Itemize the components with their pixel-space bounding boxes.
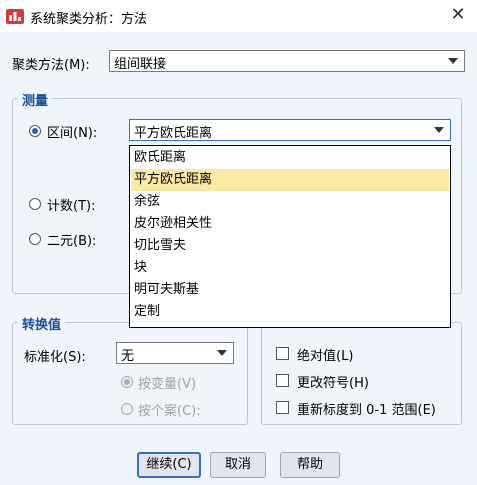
absolute-checkbox[interactable] bbox=[276, 347, 289, 360]
interval-measure-select[interactable]: 平方欧氏距离 bbox=[129, 119, 451, 141]
dropdown-item[interactable]: 定制 bbox=[131, 301, 449, 323]
interval-measure-dropdown: 欧氏距离 平方欧氏距离 余弦 皮尔逊相关性 切比雪夫 块 明可夫斯基 定制 bbox=[129, 145, 451, 328]
window-title: 系统聚类分析：方法 bbox=[30, 12, 148, 27]
dropdown-item[interactable]: 块 bbox=[131, 257, 449, 279]
close-icon[interactable]: ✕ bbox=[447, 4, 469, 26]
cluster-method-select[interactable]: 组间联接 bbox=[109, 50, 465, 72]
chevron-down-icon bbox=[217, 350, 227, 356]
cancel-button[interactable]: 取消 bbox=[210, 452, 266, 478]
chevron-down-icon bbox=[434, 127, 444, 133]
standardize-select[interactable]: 无 bbox=[116, 342, 234, 364]
standardize-label: 标准化(S): bbox=[24, 350, 86, 365]
rescale-checkbox[interactable] bbox=[276, 401, 289, 414]
binary-radio[interactable] bbox=[29, 233, 41, 245]
change-sign-checkbox[interactable] bbox=[276, 374, 289, 387]
spss-app-icon bbox=[6, 9, 24, 24]
dropdown-item[interactable]: 明可夫斯基 bbox=[131, 279, 449, 301]
by-variable-radio[interactable] bbox=[121, 376, 133, 388]
count-label: 计数(T): bbox=[47, 199, 96, 214]
measure-group-title: 测量 bbox=[18, 90, 53, 109]
chevron-down-icon bbox=[448, 58, 458, 64]
dropdown-item[interactable]: 欧氏距离 bbox=[131, 147, 449, 169]
dropdown-item[interactable]: 切比雪夫 bbox=[131, 235, 449, 257]
dropdown-item[interactable]: 皮尔逊相关性 bbox=[131, 213, 449, 235]
rescale-label: 重新标度到 0-1 范围(E) bbox=[297, 403, 436, 418]
dropdown-item-selected[interactable]: 平方欧氏距离 bbox=[131, 169, 449, 191]
by-case-label: 按个案(C): bbox=[138, 404, 201, 419]
interval-radio[interactable] bbox=[29, 125, 41, 137]
by-variable-label: 按变量(V) bbox=[138, 377, 197, 392]
by-case-radio[interactable] bbox=[121, 403, 133, 415]
interval-measure-value: 平方欧氏距离 bbox=[134, 126, 213, 141]
binary-label: 二元(B): bbox=[47, 234, 97, 249]
cluster-method-label: 聚类方法(M): bbox=[12, 58, 90, 73]
count-radio[interactable] bbox=[29, 198, 41, 210]
change-sign-label: 更改符号(H) bbox=[297, 376, 369, 391]
absolute-label: 绝对值(L) bbox=[297, 349, 354, 364]
transform-values-title: 转换值 bbox=[18, 314, 66, 333]
help-button[interactable]: 帮助 bbox=[280, 452, 340, 478]
dropdown-item[interactable]: 余弦 bbox=[131, 191, 449, 213]
cluster-method-value: 组间联接 bbox=[114, 57, 167, 72]
interval-label: 区间(N): bbox=[47, 126, 98, 141]
title-bar: 系统聚类分析：方法 ✕ bbox=[0, 0, 477, 32]
standardize-value: 无 bbox=[121, 349, 135, 364]
continue-button[interactable]: 继续(C) bbox=[137, 452, 201, 478]
